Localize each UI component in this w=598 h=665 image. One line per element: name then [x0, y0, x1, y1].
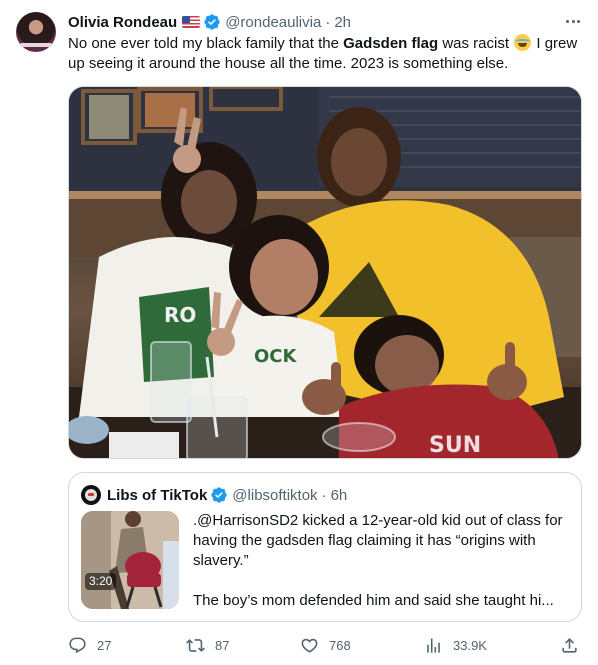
tweet-text-part2: was racist	[438, 35, 514, 52]
quoted-text-paragraph-2: The boy’s mom defended him and said she …	[193, 592, 554, 609]
tweet-timestamp[interactable]: 2h	[334, 14, 351, 31]
like-count: 768	[329, 637, 351, 653]
quoted-tweet[interactable]: Libs of TikTok @libsoftiktok · 6h 3:20 .…	[68, 472, 582, 622]
separator-dot: ·	[325, 13, 331, 31]
more-options-icon[interactable]	[562, 10, 584, 32]
quoted-video-thumbnail[interactable]	[81, 511, 179, 609]
shirt-text-child: SUN	[429, 433, 481, 458]
reply-count: 27	[97, 637, 112, 653]
quoted-tweet-text: .@HarrisonSD2 kicked a 12-year-old kid o…	[193, 511, 565, 611]
quoted-tweet-header: Libs of TikTok @libsoftiktok · 6h	[107, 485, 347, 505]
tweet: Olivia Rondeau @rondeaulivia · 2h No one…	[0, 0, 598, 665]
reply-icon	[69, 637, 86, 653]
quoted-author-name[interactable]: Libs of TikTok	[107, 487, 207, 504]
shirt-text-left: RO	[164, 303, 196, 327]
tweet-text-bold: Gadsden flag	[343, 35, 439, 52]
share-button[interactable]	[560, 632, 579, 658]
reply-button[interactable]: 27	[68, 632, 111, 658]
heart-icon	[301, 638, 318, 653]
views-count: 33.9K	[453, 637, 487, 653]
tweet-actions-bar: 27 87 768 33.9K	[68, 632, 582, 658]
quoted-author-handle[interactable]: @libsoftiktok	[232, 487, 317, 504]
repost-button[interactable]: 87	[186, 632, 229, 658]
quoted-tweet-timestamp[interactable]: 6h	[331, 487, 348, 504]
repost-icon	[186, 638, 205, 652]
views-button[interactable]: 33.9K	[424, 632, 487, 658]
tweet-photo[interactable]: RO OCK SUN	[68, 86, 582, 459]
us-flag-icon	[182, 16, 201, 28]
like-button[interactable]: 768	[300, 632, 351, 658]
author-handle[interactable]: @rondeaulivia	[225, 14, 321, 31]
quoted-author-avatar[interactable]	[81, 485, 101, 505]
separator-dot: ·	[321, 486, 327, 504]
shirt-text-right: OCK	[254, 346, 298, 367]
repost-count: 87	[215, 637, 230, 653]
verified-badge-icon[interactable]	[210, 486, 228, 504]
verified-badge-icon[interactable]	[203, 13, 221, 31]
share-icon	[562, 637, 577, 653]
tweet-header: Olivia Rondeau @rondeaulivia · 2h	[68, 12, 351, 32]
face-with-tears-of-joy-icon	[514, 34, 532, 51]
tweet-text: No one ever told my black family that th…	[68, 34, 583, 74]
views-chart-icon	[427, 637, 440, 653]
video-duration-badge: 3:20	[85, 573, 117, 590]
author-avatar[interactable]	[16, 12, 56, 52]
author-name[interactable]: Olivia Rondeau	[68, 14, 177, 31]
quoted-text-paragraph-1: .@HarrisonSD2 kicked a 12-year-old kid o…	[193, 512, 563, 569]
tweet-text-part1: No one ever told my black family that th…	[68, 35, 344, 52]
